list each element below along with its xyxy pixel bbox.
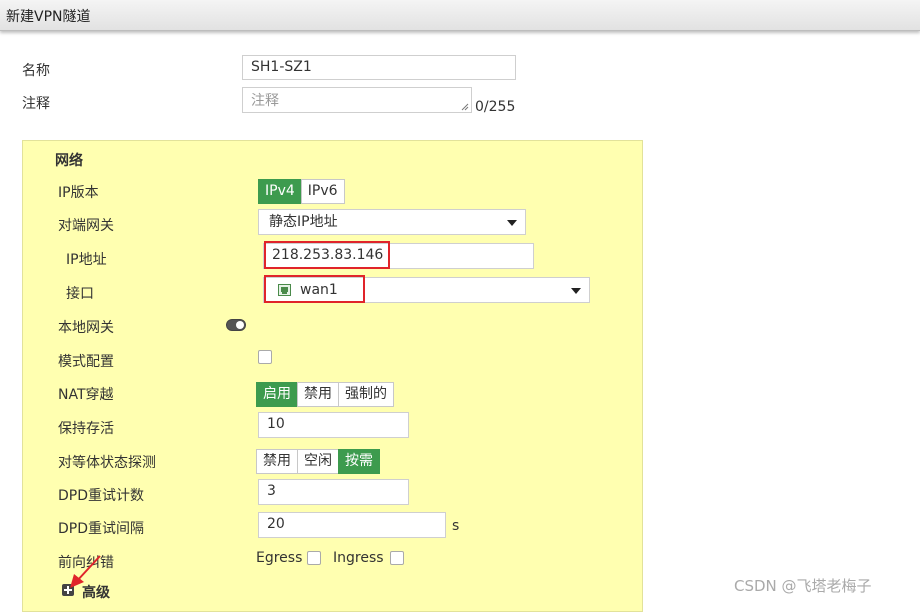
keepalive-label: 保持存活	[58, 421, 114, 437]
local-gateway-toggle[interactable]	[226, 319, 246, 331]
window-titlebar: 新建VPN隧道	[0, 0, 920, 31]
ip-address-label: IP地址	[66, 252, 107, 268]
resize-handle-icon[interactable]	[461, 103, 469, 111]
mode-config-label: 模式配置	[58, 354, 114, 370]
mode-config-checkbox[interactable]	[258, 350, 272, 364]
comment-counter: 0/255	[475, 99, 516, 115]
ip-address-highlight	[264, 241, 390, 269]
remote-gateway-select[interactable]: 静态IP地址	[258, 209, 526, 235]
dpd-on-demand[interactable]: 按需	[338, 449, 380, 474]
comment-label: 注释	[22, 96, 50, 112]
fec-ingress-label: Ingress	[333, 550, 384, 566]
remote-gateway-label: 对端网关	[58, 218, 114, 234]
comment-placeholder: 注释	[251, 93, 279, 109]
dpd-retry-count-label: DPD重试计数	[58, 488, 145, 504]
dpd-retry-interval-unit: s	[452, 518, 460, 534]
remote-gateway-value: 静态IP地址	[269, 214, 338, 230]
red-arrow-annotation	[70, 555, 101, 588]
chevron-down-icon	[507, 220, 517, 226]
keepalive-input[interactable]: 10	[258, 412, 409, 438]
window-title: 新建VPN隧道	[6, 9, 91, 25]
interface-highlight	[264, 275, 365, 303]
dpd-retry-interval-label: DPD重试间隔	[58, 521, 145, 537]
dpd-toggle: 禁用 空闲 按需	[256, 449, 380, 474]
toggle-knob	[236, 321, 244, 329]
fec-egress-checkbox[interactable]	[307, 551, 321, 565]
dpd-retry-interval-input[interactable]: 20	[258, 512, 446, 538]
ip-version-ipv4[interactable]: IPv4	[258, 179, 302, 204]
name-input[interactable]: SH1-SZ1	[242, 55, 516, 80]
fec-egress-label: Egress	[256, 550, 303, 566]
dpd-retry-count-input[interactable]: 3	[258, 479, 409, 505]
chevron-down-icon	[571, 288, 581, 294]
local-gateway-label: 本地网关	[58, 320, 114, 336]
comment-textarea[interactable]: 注释	[242, 87, 472, 113]
fec-ingress-checkbox[interactable]	[390, 551, 404, 565]
nat-traversal-disable[interactable]: 禁用	[297, 382, 339, 407]
nat-traversal-toggle: 启用 禁用 强制的	[256, 382, 394, 407]
nat-traversal-label: NAT穿越	[58, 387, 114, 403]
network-section-title: 网络	[55, 153, 83, 169]
interface-label: 接口	[66, 286, 94, 302]
ip-version-ipv6[interactable]: IPv6	[300, 179, 345, 204]
dpd-idle[interactable]: 空闲	[297, 449, 339, 474]
nat-traversal-forced[interactable]: 强制的	[338, 382, 394, 407]
ip-version-label: IP版本	[58, 185, 99, 201]
ip-version-toggle: IPv4 IPv6	[258, 179, 345, 204]
dpd-label: 对等体状态探测	[58, 455, 156, 471]
name-label: 名称	[22, 63, 50, 79]
dpd-disable[interactable]: 禁用	[256, 449, 298, 474]
watermark: CSDN @飞塔老梅子	[734, 577, 872, 595]
nat-traversal-enable[interactable]: 启用	[256, 382, 298, 407]
